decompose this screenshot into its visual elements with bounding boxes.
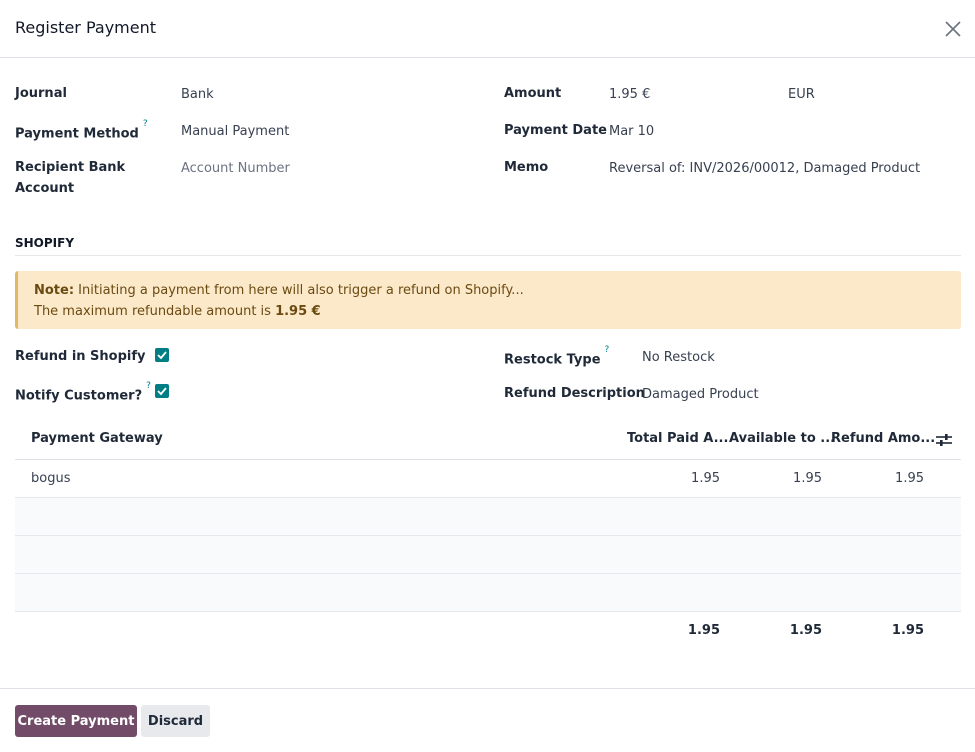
restock-type-label: Restock Type? [504, 345, 610, 370]
refund-in-shopify-label: Refund in Shopify [15, 349, 146, 364]
create-payment-button[interactable]: Create Payment [15, 705, 137, 737]
restock-type-field[interactable]: No Restock [642, 347, 715, 368]
row-available-cell[interactable]: 1.95 [742, 470, 822, 488]
row-gateway-cell[interactable]: bogus [31, 470, 70, 488]
checkmark-icon [157, 387, 167, 396]
footer-divider [0, 688, 975, 689]
dialog-header: Register Payment [0, 0, 975, 58]
memo-field[interactable]: Reversal of: INV/2026/00012, Damaged Pro… [609, 158, 920, 179]
column-header-total-paid[interactable]: Total Paid A... [627, 430, 728, 448]
total-paid-sum: 1.95 [687, 623, 720, 638]
help-icon[interactable]: ? [143, 119, 148, 129]
amount-field[interactable]: 1.95 € [609, 84, 650, 105]
note-max-amount: 1.95 € [275, 304, 321, 319]
shopify-section-title: SHOPIFY [15, 236, 75, 250]
recipient-bank-account-field[interactable]: Account Number [181, 158, 290, 179]
row-divider [15, 611, 961, 612]
recipient-bank-label-line1: Recipient Bank [15, 160, 126, 175]
payment-method-label: Payment Method? [15, 119, 148, 144]
note-line-2: The maximum refundable amount is 1.95 € [34, 302, 321, 322]
note-text: Initiating a payment from here will also… [74, 283, 524, 298]
checkmark-icon [157, 351, 167, 360]
journal-label: Journal [15, 86, 67, 101]
help-icon[interactable]: ? [605, 345, 610, 355]
note-line2-text: The maximum refundable amount is [34, 304, 276, 319]
column-settings-icon[interactable] [935, 432, 953, 448]
column-header-refund-amount[interactable]: Refund Amo... [831, 430, 935, 448]
row-total-paid-cell[interactable]: 1.95 [640, 470, 720, 488]
available-sum: 1.95 [789, 623, 822, 638]
section-divider [15, 255, 961, 256]
restock-type-label-text: Restock Type [504, 352, 601, 368]
note-strong: Note: [34, 283, 75, 298]
payment-method-label-text: Payment Method [15, 126, 139, 142]
memo-label: Memo [504, 160, 549, 175]
column-header-payment-gateway[interactable]: Payment Gateway [31, 430, 163, 448]
payment-date-field[interactable]: Mar 10 [609, 121, 654, 142]
row-refund-amount-cell[interactable]: 1.95 [844, 470, 924, 488]
notify-customer-checkbox[interactable] [155, 384, 169, 398]
payment-method-field[interactable]: Manual Payment [181, 121, 289, 142]
journal-field[interactable]: Bank [181, 84, 214, 105]
help-icon[interactable]: ? [146, 381, 151, 391]
table-header-divider [15, 459, 961, 460]
note-line-1: Note: Initiating a payment from here wil… [34, 281, 524, 301]
empty-table-row [15, 536, 961, 573]
dialog-title: Register Payment [15, 18, 157, 37]
refund-description-label: Refund Description [504, 386, 645, 401]
shopify-note-alert: Note: Initiating a payment from here wil… [15, 271, 961, 329]
currency-field[interactable]: EUR [788, 84, 815, 105]
recipient-bank-label-line2: Account [15, 181, 75, 196]
notify-customer-label-text: Notify Customer? [15, 388, 143, 404]
empty-table-row [15, 498, 961, 535]
refund-description-field[interactable]: Damaged Product [642, 384, 759, 405]
refund-amount-sum: 1.95 [891, 623, 924, 638]
column-header-available[interactable]: Available to ... [729, 430, 835, 448]
close-icon[interactable] [940, 16, 966, 42]
refund-in-shopify-checkbox[interactable] [155, 348, 169, 362]
notify-customer-label: Notify Customer?? [15, 381, 151, 406]
payment-date-label: Payment Date [504, 123, 607, 138]
empty-table-row [15, 574, 961, 611]
discard-button[interactable]: Discard [141, 705, 210, 737]
amount-label: Amount [504, 86, 562, 101]
